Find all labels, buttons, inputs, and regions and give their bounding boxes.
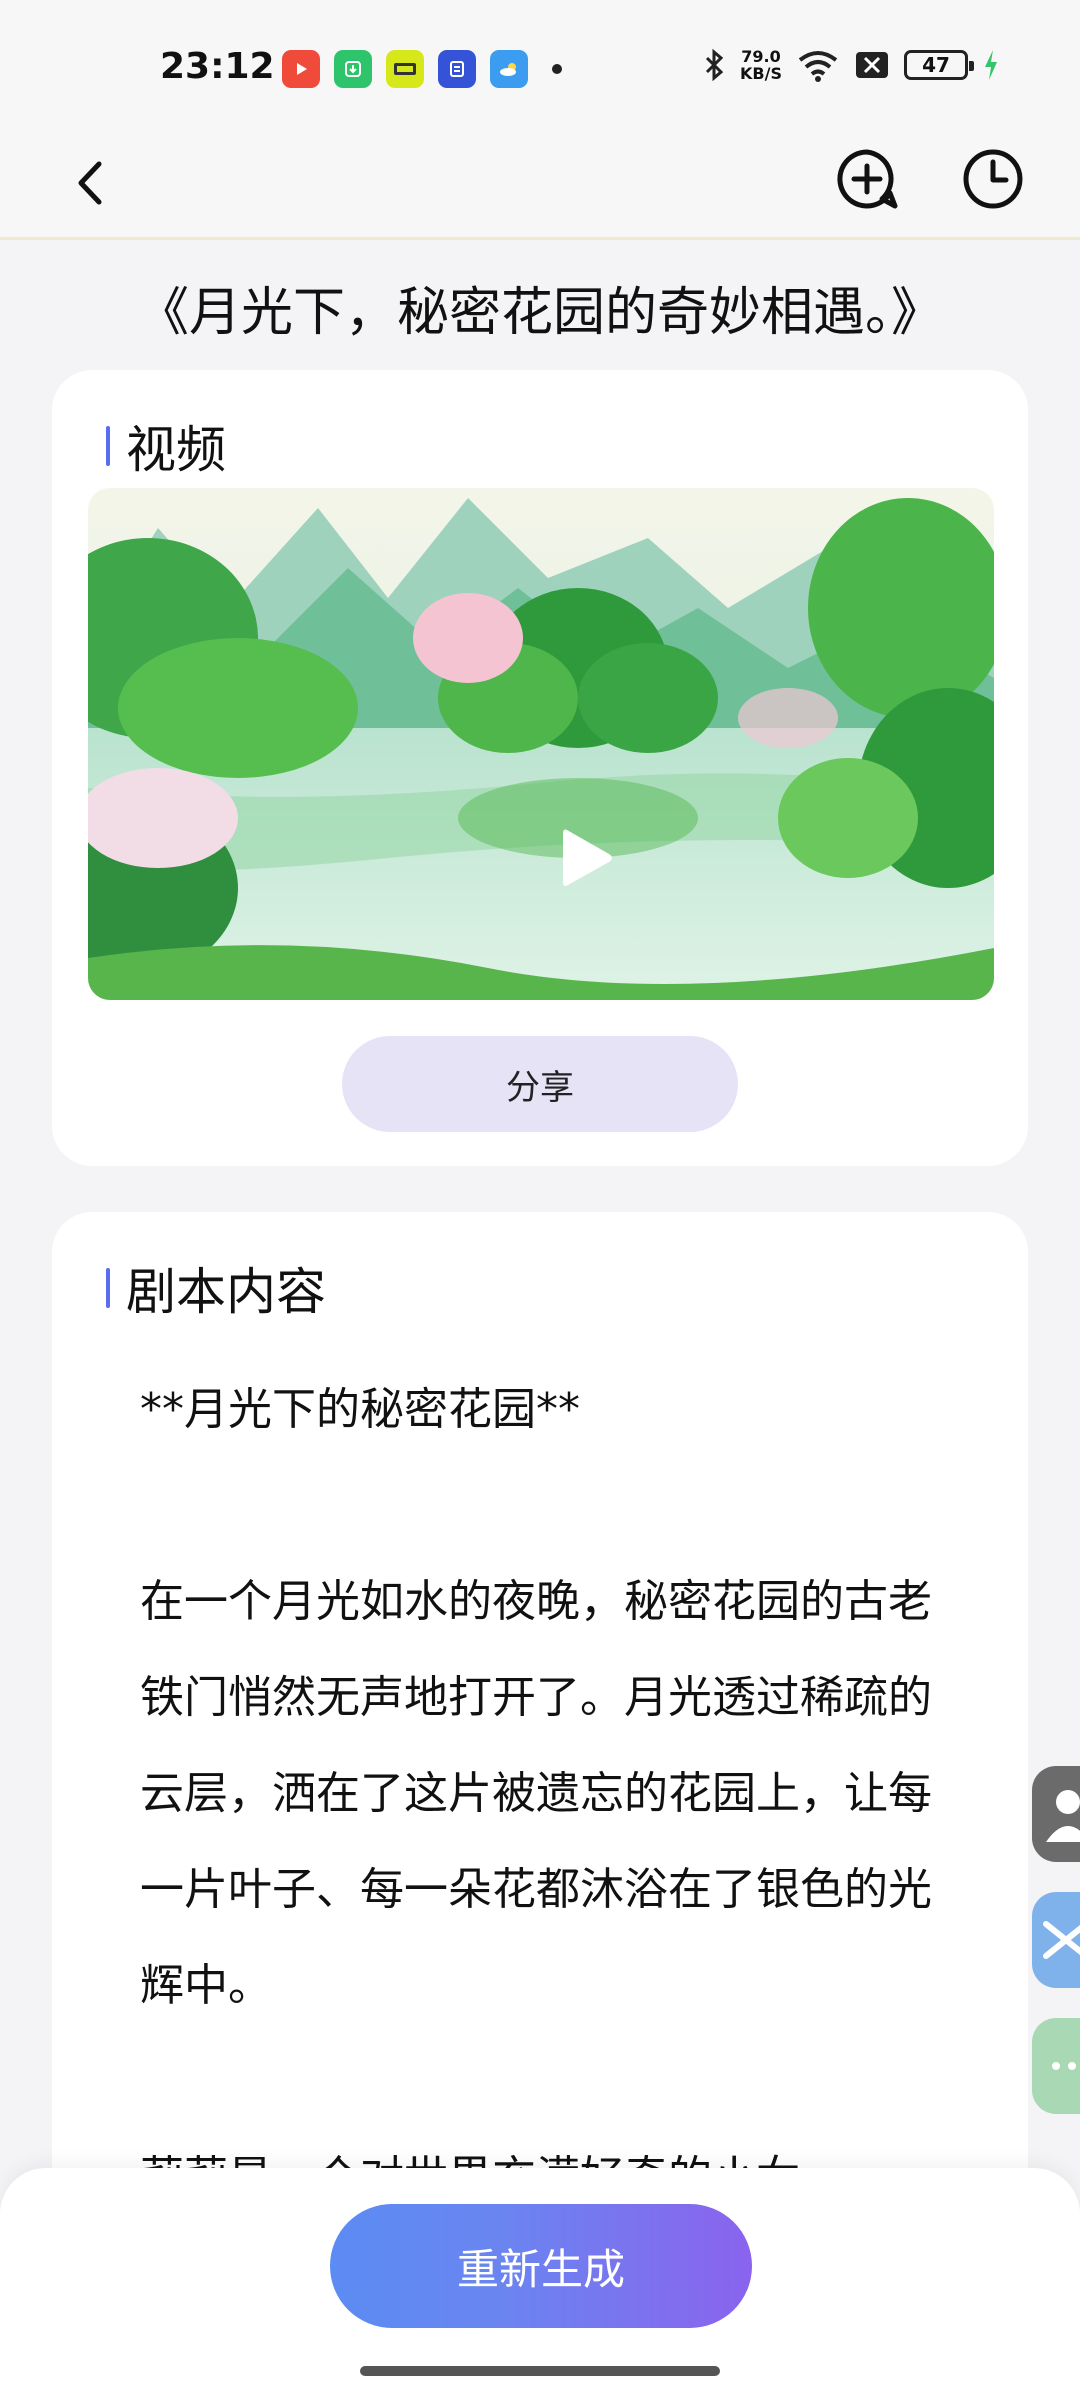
clock-icon[interactable] — [958, 144, 1028, 214]
chevron-left-icon[interactable] — [56, 148, 126, 218]
side-tool-more[interactable] — [1032, 2018, 1080, 2114]
person-icon — [1046, 1790, 1080, 1842]
script-section-title: 剧本内容 — [126, 1263, 326, 1321]
video-section-header: 视频 — [106, 410, 226, 482]
video-thumbnail[interactable] — [88, 488, 994, 1000]
video-section-title: 视频 — [126, 421, 226, 479]
side-tool-avatar[interactable] — [1032, 1766, 1080, 1862]
system-status: 79.0 KB/S 47 — [704, 48, 1000, 82]
script-section-header: 剧本内容 — [106, 1252, 326, 1324]
shop-app-icon — [386, 50, 424, 88]
more-notifications-dot — [552, 64, 562, 74]
top-nav-bar — [0, 130, 1080, 240]
store-app-icon — [334, 50, 372, 88]
status-bar: 23:12 79.0 KB/S 47 — [0, 0, 1080, 130]
script-heading: **月光下的秘密花园** — [140, 1384, 580, 1435]
video-app-icon — [282, 50, 320, 88]
add-chat-icon[interactable] — [832, 144, 902, 214]
section-accent-bar — [106, 1268, 110, 1308]
landscape-illustration — [88, 488, 994, 1000]
status-time: 23:12 — [160, 46, 275, 87]
side-tool-tools[interactable] — [1032, 1892, 1080, 1988]
script-paragraph: 在一个月光如水的夜晚，秘密花园的古老铁门悄然无声地打开了。月光透过稀疏的云层，洒… — [140, 1576, 932, 2011]
sim-off-icon — [856, 52, 888, 78]
play-icon[interactable] — [545, 818, 625, 898]
more-dots-icon — [1052, 2062, 1076, 2070]
wifi-icon — [798, 51, 838, 82]
video-card: 视频 分享 — [52, 370, 1028, 1166]
tieba-app-icon — [438, 50, 476, 88]
weather-app-icon — [490, 50, 528, 88]
charging-icon — [985, 50, 997, 80]
notification-icons — [282, 50, 562, 88]
battery-indicator: 47 — [904, 50, 974, 80]
page-title: 《月光下，秘密花园的奇妙相遇。》 — [136, 283, 943, 343]
scissors-icon — [1043, 1921, 1080, 1959]
share-button[interactable]: 分享 — [342, 1036, 738, 1132]
regenerate-button[interactable]: 重新生成 — [330, 2204, 752, 2328]
home-indicator[interactable] — [360, 2366, 720, 2376]
network-speed: 79.0 KB/S — [740, 47, 782, 83]
section-accent-bar — [106, 426, 110, 466]
bluetooth-icon — [705, 48, 724, 82]
script-card: 剧本内容 **月光下的秘密花园** 在一个月光如水的夜晚，秘密花园的古老铁门悄然… — [52, 1212, 1028, 2212]
